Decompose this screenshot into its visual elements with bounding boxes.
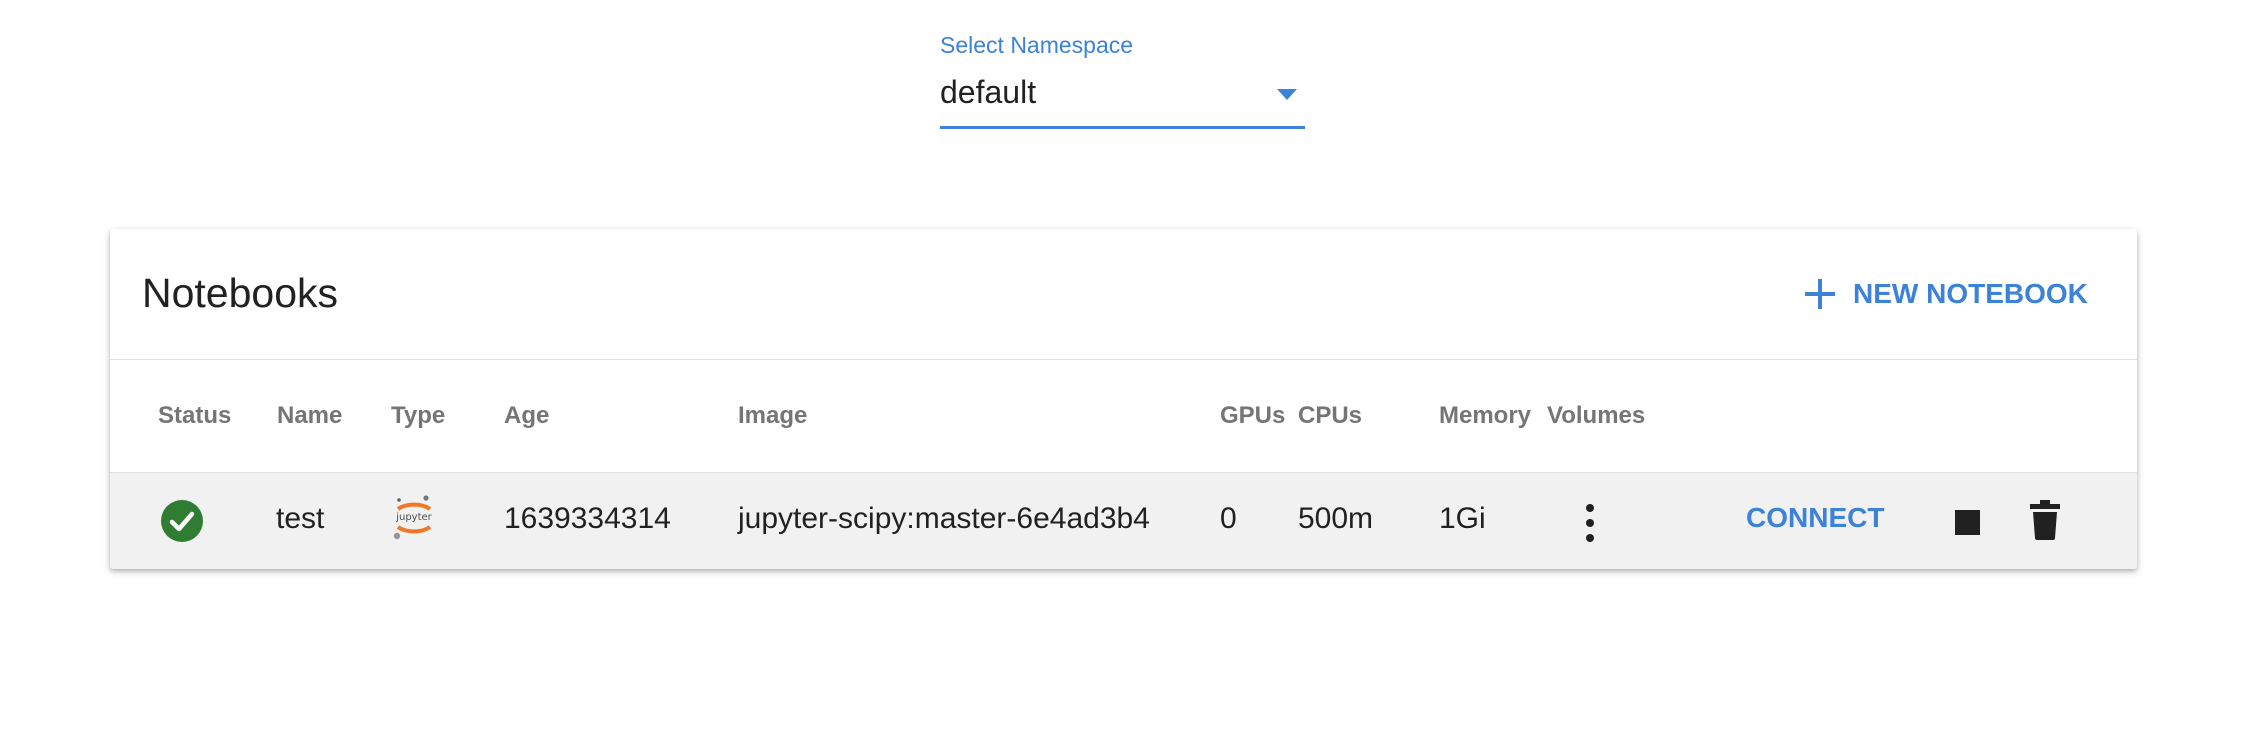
notebook-name: test xyxy=(276,502,325,535)
notebook-memory: 1Gi xyxy=(1439,502,1486,535)
namespace-select-underline xyxy=(940,126,1305,129)
namespace-select-label: Select Namespace xyxy=(940,32,1134,58)
column-header-memory: Memory xyxy=(1439,402,1532,429)
connect-button[interactable]: CONNECT xyxy=(1746,502,1884,534)
notebook-cpus: 500m xyxy=(1298,502,1374,535)
namespace-select-value[interactable]: default xyxy=(940,74,1036,111)
svg-text:jupyter: jupyter xyxy=(395,512,432,523)
notebook-image: jupyter-scipy:master-6e4ad3b4 xyxy=(738,502,1150,535)
notebook-gpus: 0 xyxy=(1220,502,1237,535)
plus-icon xyxy=(1805,279,1835,309)
dropdown-arrow-icon[interactable] xyxy=(1277,89,1297,100)
new-notebook-button[interactable]: NEW NOTEBOOK xyxy=(1805,269,2088,319)
column-header-type: Type xyxy=(391,402,446,429)
namespace-select[interactable]: Select Namespace default xyxy=(940,32,1305,130)
column-header-volumes: Volumes xyxy=(1547,402,1646,429)
delete-icon[interactable] xyxy=(2030,500,2060,540)
column-header-name: Name xyxy=(277,402,343,429)
column-header-cpus: CPUs xyxy=(1298,402,1363,429)
column-header-age: Age xyxy=(504,402,550,429)
card-header: Notebooks NEW NOTEBOOK xyxy=(110,229,2137,360)
notebook-age: 1639334314 xyxy=(504,502,671,535)
column-header-image: Image xyxy=(738,402,808,429)
column-header-status: Status xyxy=(158,402,232,429)
table-row: test jupyter 1639334314 jupyter-scipy:ma… xyxy=(110,472,2137,569)
notebooks-card: Notebooks NEW NOTEBOOK Status Name Type … xyxy=(110,229,2137,569)
page-title: Notebooks xyxy=(142,270,339,316)
check-circle-icon xyxy=(161,500,203,542)
more-vert-icon[interactable] xyxy=(1580,504,1600,544)
stop-icon[interactable] xyxy=(1955,510,1980,535)
jupyter-icon: jupyter xyxy=(390,493,438,545)
column-header-gpus: GPUs xyxy=(1220,402,1286,429)
new-notebook-button-label: NEW NOTEBOOK xyxy=(1853,278,2088,309)
